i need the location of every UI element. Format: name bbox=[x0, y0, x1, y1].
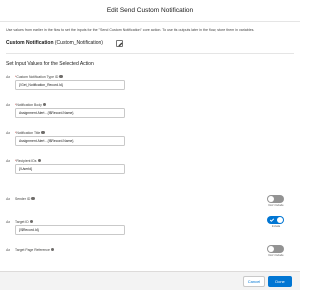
info-icon[interactable] bbox=[42, 103, 47, 107]
field-label: Target Page Reference bbox=[15, 248, 55, 252]
action-description: Use values from earlier in the flow to s… bbox=[6, 28, 255, 32]
text-type-icon: Aa bbox=[6, 248, 10, 252]
action-api-name: (Custom_Notification) bbox=[53, 40, 103, 46]
text-type-icon: Aa bbox=[6, 220, 10, 224]
text-type-icon: Aa bbox=[6, 103, 10, 107]
notification-body-input[interactable]: Assignment Alert - {!$Record.Name} bbox=[15, 108, 125, 118]
section-title: Set Input Values for the Selected Action bbox=[6, 61, 94, 67]
info-icon[interactable] bbox=[37, 159, 41, 163]
toggle-label: Don't Include bbox=[268, 254, 284, 257]
action-name: Custom Notification (Custom_Notification… bbox=[6, 40, 103, 47]
field-label: *Notification Body bbox=[15, 103, 47, 107]
toggle-label: Include bbox=[271, 225, 281, 228]
divider bbox=[6, 53, 294, 54]
text-type-icon: Aa bbox=[6, 159, 10, 163]
text-type-icon: Aa bbox=[6, 131, 10, 135]
field-label: Target ID bbox=[15, 220, 34, 224]
action-name-bold: Custom Notification bbox=[6, 40, 54, 46]
recipient-ids-input[interactable]: {!UserId} bbox=[15, 164, 125, 174]
notification-type-id-input[interactable]: {!Get_Notification_Record.Id} bbox=[15, 80, 125, 90]
info-icon[interactable] bbox=[31, 197, 35, 201]
target-id-include-toggle[interactable]: Include bbox=[266, 216, 286, 228]
modal-footer: Cancel Done bbox=[0, 271, 300, 290]
toggle-switch[interactable] bbox=[267, 216, 284, 224]
info-icon[interactable] bbox=[41, 131, 45, 135]
modal-header: Edit Send Custom Notification bbox=[0, 0, 300, 22]
edit-action-button[interactable] bbox=[116, 40, 123, 47]
toggle-label: Don't Include bbox=[268, 204, 284, 207]
notification-title-input[interactable]: Assignment Alert - {!$Record.Name} bbox=[15, 136, 125, 146]
toggle-switch[interactable] bbox=[267, 195, 284, 203]
cancel-button[interactable]: Cancel bbox=[243, 276, 265, 287]
text-type-icon: Aa bbox=[6, 75, 10, 79]
info-icon[interactable] bbox=[50, 248, 55, 252]
text-type-icon: Aa bbox=[6, 197, 10, 201]
modal-title: Edit Send Custom Notification bbox=[106, 7, 194, 14]
check-icon bbox=[269, 218, 275, 222]
toggle-switch[interactable] bbox=[267, 245, 284, 253]
target-id-input[interactable]: {!$Record.Id} bbox=[15, 225, 125, 235]
target-page-reference-include-toggle[interactable]: Don't Include bbox=[266, 245, 286, 257]
info-icon[interactable] bbox=[59, 75, 63, 79]
info-icon[interactable] bbox=[29, 220, 34, 224]
field-label: *Recipient IDs bbox=[15, 159, 41, 163]
pencil-icon bbox=[118, 42, 122, 46]
field-label: *Notification Title bbox=[15, 131, 45, 135]
done-button[interactable]: Done bbox=[268, 276, 292, 287]
field-label: *Custom Notification Type ID bbox=[15, 75, 63, 79]
field-label: Sender ID bbox=[15, 197, 35, 201]
sender-id-include-toggle[interactable]: Don't Include bbox=[266, 195, 286, 207]
